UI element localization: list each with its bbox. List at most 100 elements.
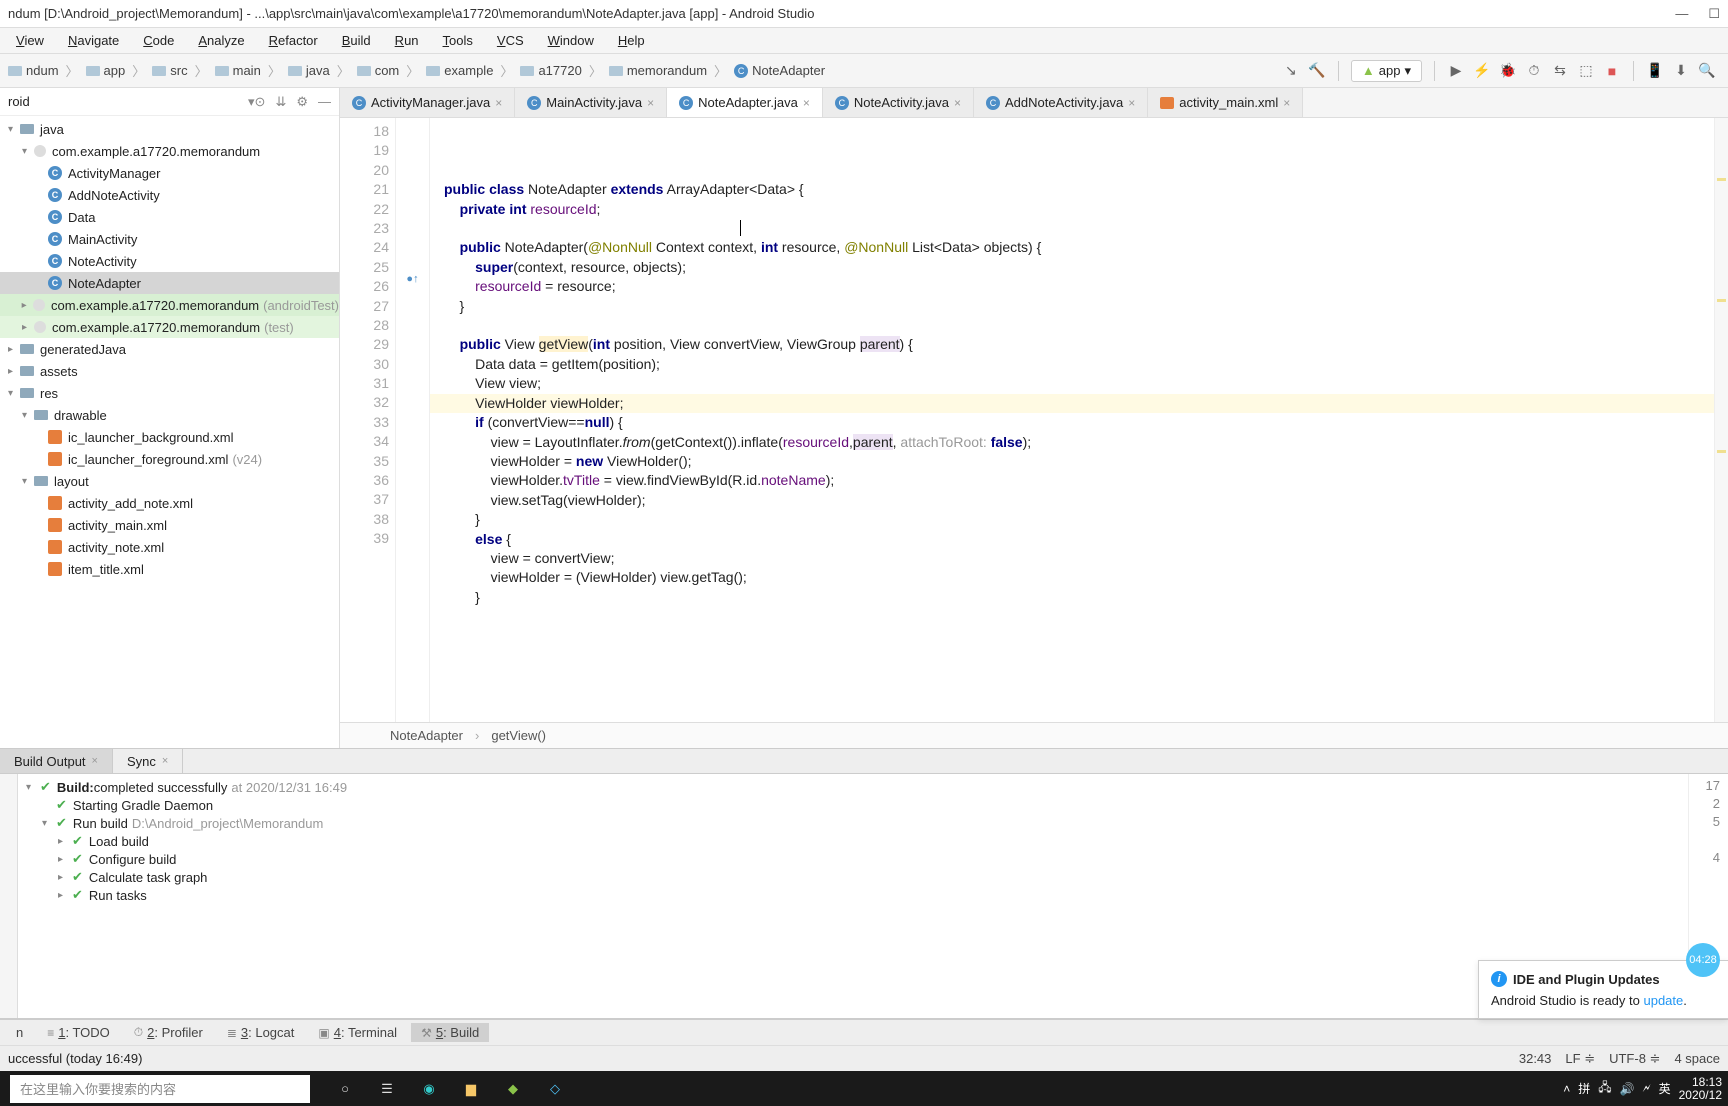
maximize-icon[interactable]: ☐: [1708, 6, 1720, 22]
breadcrumb-item[interactable]: main: [211, 61, 265, 80]
expand-icon[interactable]: ▾: [42, 818, 56, 829]
tray-up-icon[interactable]: ˄: [1563, 1082, 1570, 1096]
close-icon[interactable]: ×: [162, 755, 168, 767]
breadcrumb-item[interactable]: example: [422, 61, 497, 80]
ime-indicator-2[interactable]: 英: [1659, 1080, 1671, 1097]
menu-tools[interactable]: Tools: [433, 31, 483, 50]
tree-package-test[interactable]: ▸com.example.a17720.memorandum(test): [0, 316, 339, 338]
expand-icon[interactable]: ▸: [58, 854, 72, 865]
close-icon[interactable]: ×: [954, 96, 961, 110]
expand-icon[interactable]: ▾: [26, 782, 40, 793]
expand-icon[interactable]: ▸: [58, 836, 72, 847]
ime-indicator-1[interactable]: 拼: [1578, 1080, 1590, 1097]
windows-search[interactable]: 在这里输入你要搜索的内容: [10, 1075, 310, 1103]
editor-tab[interactable]: CActivityManager.java×: [340, 88, 515, 117]
build-item[interactable]: ▸✔Configure build: [26, 850, 1680, 868]
build-item[interactable]: ▸✔Load build: [26, 832, 1680, 850]
gear-icon[interactable]: ⚙: [296, 94, 308, 110]
collapse-icon[interactable]: ⇊: [275, 94, 286, 110]
build-tab[interactable]: Build Output×: [0, 749, 113, 773]
target-icon[interactable]: ⊙: [255, 94, 266, 110]
tree-xml[interactable]: item_title.xml: [0, 558, 339, 580]
sdk-icon[interactable]: ⬇: [1672, 62, 1690, 80]
editor-tab[interactable]: CNoteActivity.java×: [823, 88, 974, 117]
menu-code[interactable]: Code: [133, 31, 184, 50]
tree-folder-layout[interactable]: ▾layout: [0, 470, 339, 492]
menu-window[interactable]: Window: [538, 31, 604, 50]
menu-navigate[interactable]: Navigate: [58, 31, 129, 50]
close-icon[interactable]: ×: [92, 755, 98, 767]
project-view-label[interactable]: roid: [8, 94, 244, 109]
sync-icon[interactable]: ↘: [1282, 62, 1300, 80]
expand-icon[interactable]: ▸: [58, 872, 72, 883]
tree-folder-drawable[interactable]: ▾drawable: [0, 404, 339, 426]
run-icon[interactable]: ▶: [1447, 62, 1465, 80]
build-item[interactable]: ▾✔Build: completed successfully at 2020/…: [26, 778, 1680, 796]
profile-icon[interactable]: ⏱: [1525, 62, 1543, 80]
menu-vcs[interactable]: VCS: [487, 31, 534, 50]
build-item[interactable]: ▸✔Run tasks: [26, 886, 1680, 904]
stop-icon[interactable]: ■: [1603, 62, 1621, 80]
editor-scrollbar[interactable]: [1714, 118, 1728, 722]
search-icon[interactable]: 🔍: [1698, 62, 1716, 80]
build-tree[interactable]: ▾✔Build: completed successfully at 2020/…: [18, 774, 1688, 1018]
override-icon[interactable]: ●↑: [406, 273, 418, 285]
code-editor[interactable]: 1819202122232425262728293031323334353637…: [340, 118, 1728, 722]
expand-icon[interactable]: ▸: [58, 890, 72, 901]
breadcrumb-item[interactable]: app: [82, 61, 130, 80]
explorer-icon[interactable]: ▆: [450, 1071, 492, 1106]
close-icon[interactable]: ×: [1283, 96, 1290, 110]
network-icon[interactable]: 🖧: [1598, 1078, 1611, 1099]
tool-window-terminal[interactable]: ▣4: Terminal: [308, 1023, 407, 1042]
tree-xml[interactable]: ic_launcher_background.xml: [0, 426, 339, 448]
build-tab[interactable]: Sync×: [113, 749, 183, 773]
breadcrumb-item[interactable]: memorandum: [605, 61, 711, 80]
tool-window-todo[interactable]: ≡1: TODO: [37, 1023, 120, 1042]
breadcrumb-item[interactable]: java: [284, 61, 334, 80]
editor-tab[interactable]: CMainActivity.java×: [515, 88, 667, 117]
coverage-icon[interactable]: ⬚: [1577, 62, 1595, 80]
hide-icon[interactable]: —: [318, 94, 331, 110]
breadcrumb-item[interactable]: CNoteAdapter: [730, 61, 829, 80]
close-icon[interactable]: ×: [803, 96, 810, 110]
tree-class-MainActivity[interactable]: CMainActivity: [0, 228, 339, 250]
menu-refactor[interactable]: Refactor: [259, 31, 328, 50]
cortana-icon[interactable]: ○: [324, 1071, 366, 1106]
tree-class-NoteActivity[interactable]: CNoteActivity: [0, 250, 339, 272]
tree-class-NoteAdapter[interactable]: CNoteAdapter: [0, 272, 339, 294]
tree-xml[interactable]: activity_note.xml: [0, 536, 339, 558]
editor-tab[interactable]: CAddNoteActivity.java×: [974, 88, 1148, 117]
tool-window-build[interactable]: ⚒5: Build: [411, 1023, 489, 1042]
tree-xml[interactable]: activity_main.xml: [0, 514, 339, 536]
tool-window-logcat[interactable]: ≣3: Logcat: [217, 1023, 305, 1042]
hammer-icon[interactable]: 🔨: [1308, 62, 1326, 80]
breadcrumb-item[interactable]: com: [353, 61, 404, 80]
breadcrumb-item[interactable]: a17720: [516, 61, 585, 80]
tree-folder-java[interactable]: ▾java: [0, 118, 339, 140]
tree-xml[interactable]: activity_add_note.xml: [0, 492, 339, 514]
tree-package-androidtest[interactable]: ▸com.example.a17720.memorandum(androidTe…: [0, 294, 339, 316]
menu-build[interactable]: Build: [332, 31, 381, 50]
line-separator[interactable]: LF ≑: [1565, 1051, 1595, 1067]
build-item[interactable]: ▸✔Calculate task graph: [26, 868, 1680, 886]
caret-position[interactable]: 32:43: [1519, 1051, 1552, 1067]
task-view-icon[interactable]: ☰: [366, 1071, 408, 1106]
update-link[interactable]: update: [1643, 993, 1683, 1008]
tree-folder-res[interactable]: ▾res: [0, 382, 339, 404]
editor-tab[interactable]: activity_main.xml×: [1148, 88, 1303, 117]
battery-icon[interactable]: 🗲: [1643, 1081, 1651, 1096]
breadcrumb-item[interactable]: ndum: [4, 61, 63, 80]
build-item[interactable]: ✔Starting Gradle Daemon: [26, 796, 1680, 814]
edge-icon[interactable]: ◉: [408, 1071, 450, 1106]
breadcrumb-class[interactable]: NoteAdapter: [390, 728, 463, 743]
project-tree[interactable]: ▾java▾com.example.a17720.memorandumCActi…: [0, 116, 339, 748]
tree-class-ActivityManager[interactable]: CActivityManager: [0, 162, 339, 184]
avd-icon[interactable]: 📱: [1646, 62, 1664, 80]
volume-icon[interactable]: 🔊: [1620, 1082, 1635, 1096]
code-area[interactable]: public class NoteAdapter extends ArrayAd…: [430, 118, 1714, 722]
indent-setting[interactable]: 4 space: [1674, 1051, 1720, 1067]
tool-window-profiler[interactable]: ⏱2: Profiler: [124, 1023, 213, 1042]
breadcrumb-method[interactable]: getView(): [491, 728, 546, 743]
tool-window-n[interactable]: n: [6, 1023, 33, 1042]
menu-view[interactable]: View: [6, 31, 54, 50]
